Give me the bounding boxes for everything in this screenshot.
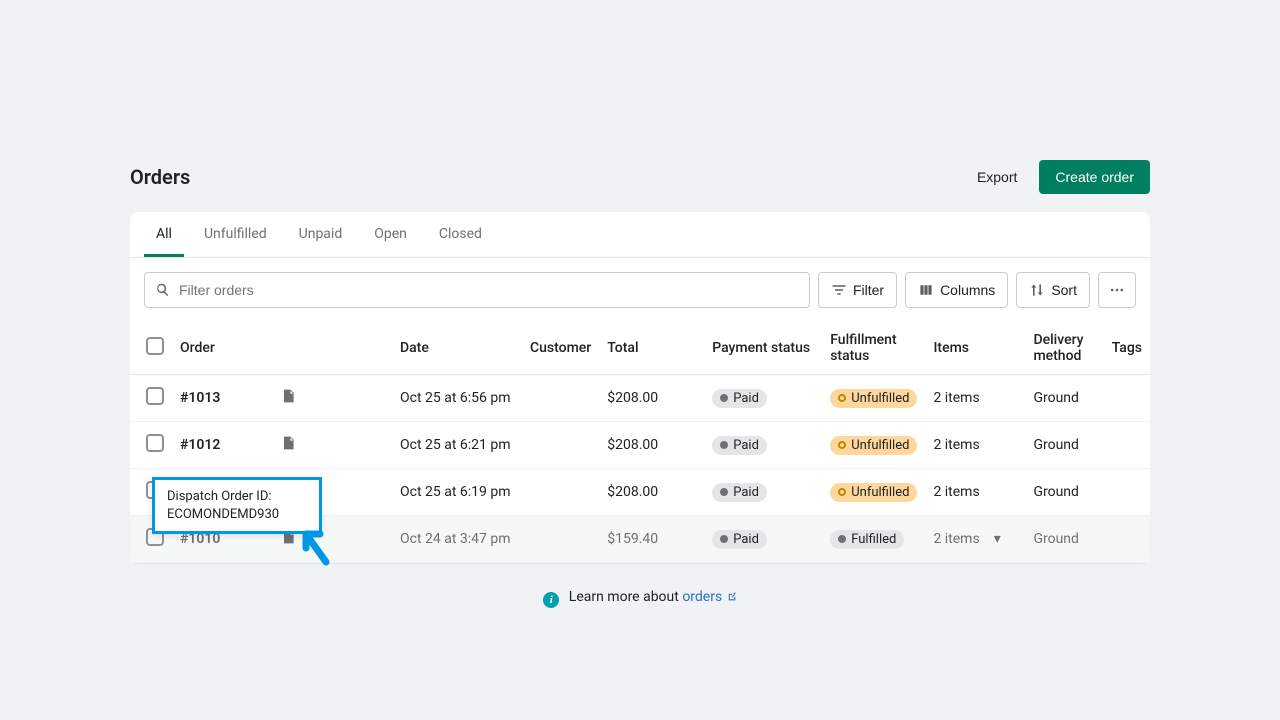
columns-label: Columns bbox=[940, 282, 995, 298]
order-date: Oct 24 at 3:47 pm bbox=[392, 516, 522, 563]
search-input[interactable] bbox=[179, 282, 799, 298]
payment-badge: Paid bbox=[712, 436, 767, 455]
columns-button[interactable]: Columns bbox=[905, 272, 1008, 308]
payment-badge: Paid bbox=[712, 530, 767, 549]
order-delivery: Ground bbox=[1025, 469, 1103, 516]
col-delivery[interactable]: Delivery method bbox=[1025, 322, 1103, 375]
chevron-down-icon[interactable]: ▾ bbox=[994, 531, 1001, 547]
col-customer[interactable]: Customer bbox=[522, 322, 599, 375]
search-wrap[interactable] bbox=[144, 272, 810, 308]
fulfillment-badge: Unfulfilled bbox=[830, 389, 917, 408]
learn-more-link[interactable]: orders bbox=[682, 589, 736, 605]
col-items[interactable]: Items bbox=[925, 322, 1025, 375]
table-row[interactable]: #1013 Oct 25 at 6:56 pm $208.00 Paid Unf… bbox=[130, 375, 1150, 422]
row-checkbox[interactable] bbox=[146, 387, 164, 405]
order-delivery: Ground bbox=[1025, 375, 1103, 422]
external-link-icon bbox=[726, 591, 737, 602]
order-id[interactable]: #1012 bbox=[180, 437, 220, 453]
tab-open[interactable]: Open bbox=[362, 212, 419, 257]
note-icon bbox=[280, 388, 296, 404]
orders-card: All Unfulfilled Unpaid Open Closed Filte… bbox=[130, 212, 1150, 563]
table-row[interactable]: #1012 Oct 25 at 6:21 pm $208.00 Paid Unf… bbox=[130, 422, 1150, 469]
sort-button[interactable]: Sort bbox=[1016, 272, 1090, 308]
order-delivery: Ground bbox=[1025, 422, 1103, 469]
order-tags bbox=[1104, 422, 1150, 469]
more-actions-button[interactable] bbox=[1098, 272, 1136, 308]
dispatch-callout: Dispatch Order ID: ECOMONDEMD930 bbox=[152, 477, 322, 534]
tabs: All Unfulfilled Unpaid Open Closed bbox=[130, 212, 1150, 258]
col-date[interactable]: Date bbox=[392, 322, 522, 375]
order-total: $208.00 bbox=[599, 469, 704, 516]
sort-icon bbox=[1029, 282, 1045, 298]
callout-line1: Dispatch Order ID: bbox=[167, 488, 307, 506]
order-total: $208.00 bbox=[599, 375, 704, 422]
callout-line2: ECOMONDEMD930 bbox=[167, 506, 307, 524]
order-tags bbox=[1104, 469, 1150, 516]
learn-more-prefix: Learn more about bbox=[569, 589, 683, 605]
tab-all[interactable]: All bbox=[144, 212, 184, 257]
arrow-annotation bbox=[300, 528, 334, 568]
order-customer bbox=[522, 375, 599, 422]
col-fulfillment[interactable]: Fulfillment status bbox=[822, 322, 925, 375]
sort-label: Sort bbox=[1051, 282, 1077, 298]
info-icon: i bbox=[543, 592, 559, 608]
fulfillment-badge: Unfulfilled bbox=[830, 483, 917, 502]
order-total: $208.00 bbox=[599, 422, 704, 469]
order-customer bbox=[522, 469, 599, 516]
order-delivery: Ground bbox=[1025, 516, 1103, 563]
fulfillment-badge: Fulfilled bbox=[830, 530, 904, 549]
order-items: 2 items bbox=[925, 469, 1025, 516]
create-order-button[interactable]: Create order bbox=[1039, 160, 1150, 194]
col-order[interactable]: Order bbox=[172, 322, 392, 375]
note-icon bbox=[280, 435, 296, 451]
order-customer bbox=[522, 422, 599, 469]
export-button[interactable]: Export bbox=[967, 161, 1027, 193]
filter-button[interactable]: Filter bbox=[818, 272, 897, 308]
order-customer bbox=[522, 516, 599, 563]
order-items: 2 items▾ bbox=[925, 516, 1025, 563]
filter-label: Filter bbox=[853, 282, 884, 298]
search-icon bbox=[155, 282, 171, 298]
order-date: Oct 25 at 6:21 pm bbox=[392, 422, 522, 469]
payment-badge: Paid bbox=[712, 483, 767, 502]
order-date: Oct 25 at 6:56 pm bbox=[392, 375, 522, 422]
columns-icon bbox=[918, 282, 934, 298]
order-items: 2 items bbox=[925, 422, 1025, 469]
payment-badge: Paid bbox=[712, 389, 767, 408]
row-checkbox[interactable] bbox=[146, 434, 164, 452]
col-total[interactable]: Total bbox=[599, 322, 704, 375]
order-id[interactable]: #1013 bbox=[180, 390, 220, 406]
fulfillment-badge: Unfulfilled bbox=[830, 436, 917, 455]
tab-unfulfilled[interactable]: Unfulfilled bbox=[192, 212, 279, 257]
col-tags[interactable]: Tags bbox=[1104, 322, 1150, 375]
order-total: $159.40 bbox=[599, 516, 704, 563]
order-date: Oct 25 at 6:19 pm bbox=[392, 469, 522, 516]
order-tags bbox=[1104, 375, 1150, 422]
order-tags bbox=[1104, 516, 1150, 563]
tab-unpaid[interactable]: Unpaid bbox=[287, 212, 355, 257]
filter-icon bbox=[831, 282, 847, 298]
page-title: Orders bbox=[130, 165, 190, 189]
select-all-checkbox[interactable] bbox=[146, 337, 164, 355]
learn-more: i Learn more about orders bbox=[130, 563, 1150, 618]
col-payment[interactable]: Payment status bbox=[704, 322, 822, 375]
tab-closed[interactable]: Closed bbox=[427, 212, 494, 257]
more-icon bbox=[1109, 282, 1125, 298]
order-items: 2 items bbox=[925, 375, 1025, 422]
